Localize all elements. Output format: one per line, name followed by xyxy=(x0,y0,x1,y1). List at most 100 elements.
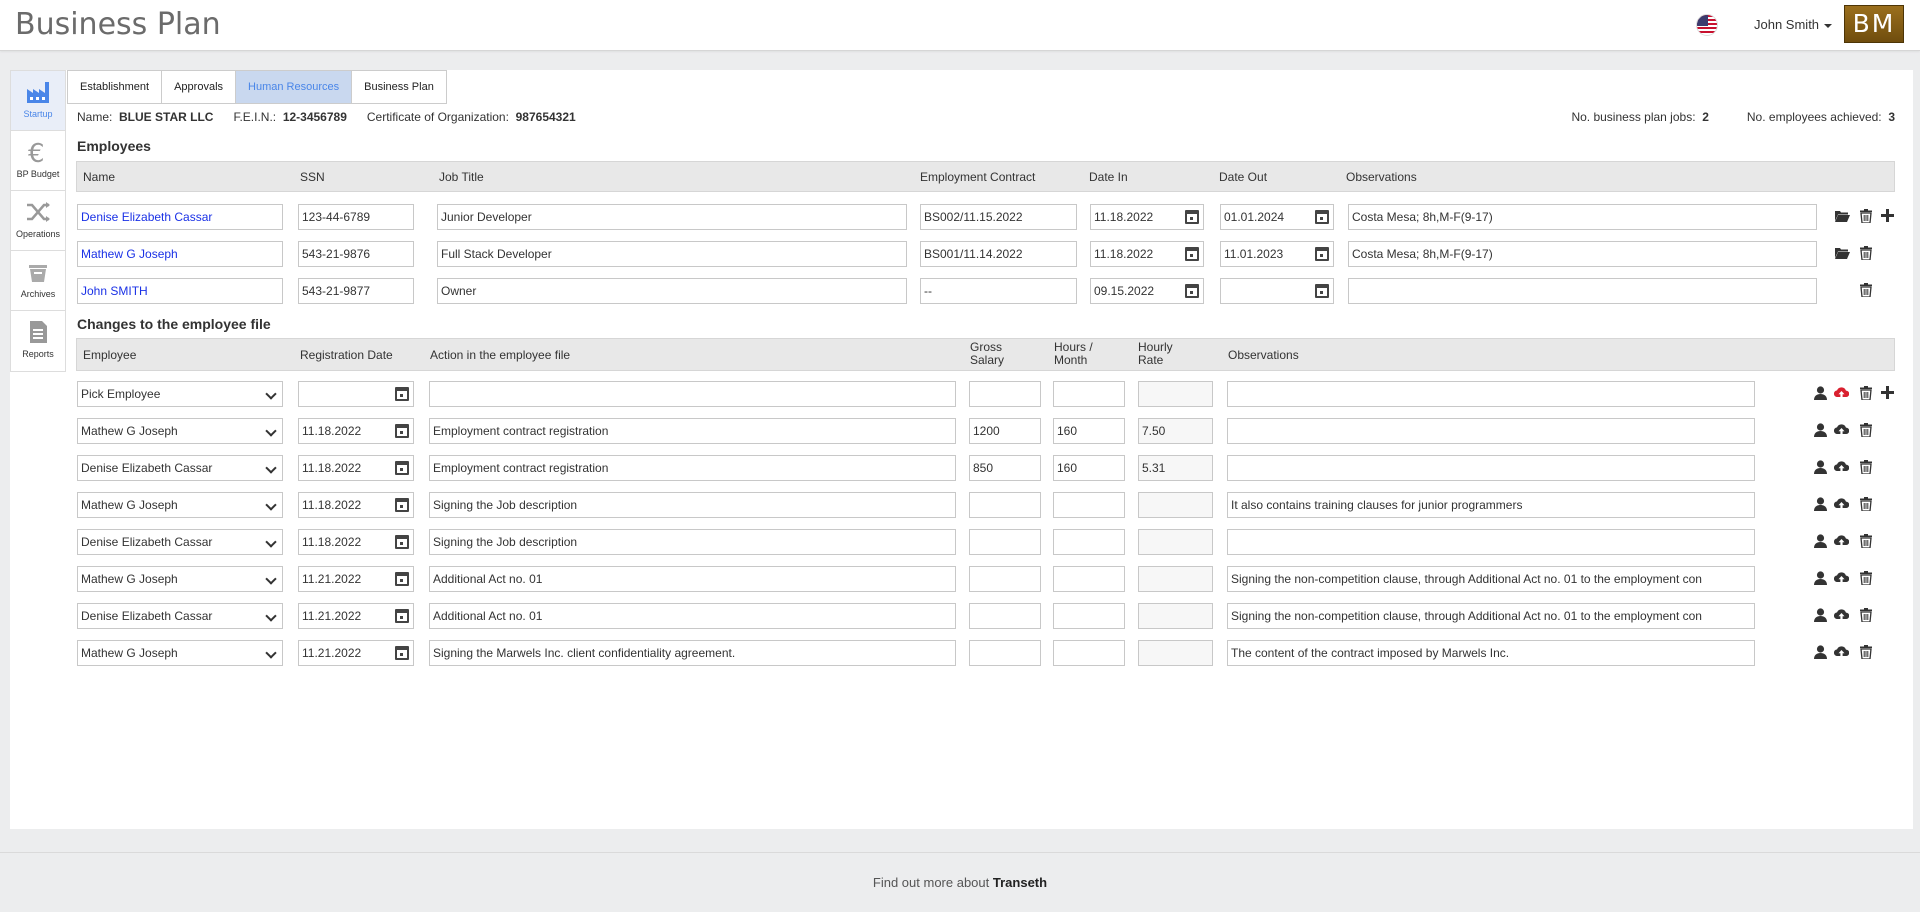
gross-salary-field[interactable] xyxy=(969,566,1041,592)
employee-select[interactable]: Mathew G Joseph xyxy=(77,418,283,444)
hourly-rate-field[interactable]: 5.31 xyxy=(1138,455,1213,481)
hourly-rate-field[interactable] xyxy=(1138,492,1213,518)
action-field[interactable]: Signing the Marwels Inc. client confiden… xyxy=(429,640,956,666)
calendar-icon[interactable] xyxy=(1315,247,1329,261)
action-field[interactable]: Employment contract registration xyxy=(429,418,956,444)
gross-salary-field[interactable] xyxy=(969,529,1041,555)
employee-select[interactable]: Mathew G Joseph xyxy=(77,566,283,592)
calendar-icon[interactable] xyxy=(395,572,409,586)
sidebar-item-operations[interactable]: Operations xyxy=(11,191,65,251)
registration-date-field[interactable]: 11.18.2022 xyxy=(298,455,414,481)
tab-establishment[interactable]: Establishment xyxy=(67,70,162,104)
action-field[interactable]: Additional Act no. 01 xyxy=(429,603,956,629)
sidebar-item-startup[interactable]: Startup xyxy=(11,71,65,131)
observations-field[interactable]: Costa Mesa; 8h,M-F(9-17) xyxy=(1348,204,1817,230)
job-title-field[interactable]: Owner xyxy=(437,278,907,304)
hours-month-field[interactable] xyxy=(1053,566,1125,592)
action-field[interactable]: Employment contract registration xyxy=(429,455,956,481)
hours-month-field[interactable] xyxy=(1053,529,1125,555)
employee-profile-icon[interactable] xyxy=(1813,534,1828,549)
calendar-icon[interactable] xyxy=(395,498,409,512)
change-observations-field[interactable]: Signing the non-competition clause, thro… xyxy=(1227,566,1755,592)
delete-icon[interactable] xyxy=(1858,246,1873,261)
employee-select[interactable]: Mathew G Joseph xyxy=(77,640,283,666)
upload-cloud-icon[interactable] xyxy=(1833,460,1850,475)
hours-month-field[interactable] xyxy=(1053,492,1125,518)
hourly-rate-field[interactable] xyxy=(1138,566,1213,592)
employee-name-field[interactable]: Denise Elizabeth Cassar xyxy=(77,204,283,230)
ssn-field[interactable]: 543-21-9877 xyxy=(298,278,414,304)
registration-date-field[interactable]: 11.18.2022 xyxy=(298,418,414,444)
hours-month-field[interactable] xyxy=(1053,640,1125,666)
hours-month-field[interactable] xyxy=(1053,603,1125,629)
date-in-field[interactable]: 09.15.2022 xyxy=(1090,278,1204,304)
ssn-field[interactable]: 123-44-6789 xyxy=(298,204,414,230)
hourly-rate-field[interactable] xyxy=(1138,381,1213,407)
action-field[interactable] xyxy=(429,381,956,407)
tab-approvals[interactable]: Approvals xyxy=(161,70,236,104)
change-observations-field[interactable]: The content of the contract imposed by M… xyxy=(1227,640,1755,666)
employee-select[interactable]: Denise Elizabeth Cassar xyxy=(77,603,283,629)
registration-date-field[interactable]: 11.21.2022 xyxy=(298,640,414,666)
add-employee-icon[interactable] xyxy=(1880,209,1895,224)
employee-profile-icon[interactable] xyxy=(1813,645,1828,660)
job-title-field[interactable]: Junior Developer xyxy=(437,204,907,230)
gross-salary-field[interactable] xyxy=(969,381,1041,407)
contract-field[interactable]: -- xyxy=(920,278,1077,304)
registration-date-field[interactable] xyxy=(298,381,414,407)
calendar-icon[interactable] xyxy=(1315,210,1329,224)
delete-icon[interactable] xyxy=(1858,209,1873,224)
change-observations-field[interactable] xyxy=(1227,455,1755,481)
delete-icon[interactable] xyxy=(1858,534,1873,549)
hourly-rate-field[interactable]: 7.50 xyxy=(1138,418,1213,444)
action-field[interactable]: Signing the Job description xyxy=(429,529,956,555)
us-flag-icon[interactable] xyxy=(1696,14,1718,36)
employee-select[interactable]: Pick Employee xyxy=(77,381,283,407)
calendar-icon[interactable] xyxy=(395,424,409,438)
calendar-icon[interactable] xyxy=(395,387,409,401)
employee-name-field[interactable]: John SMITH xyxy=(77,278,283,304)
upload-cloud-icon[interactable] xyxy=(1833,423,1850,438)
upload-cloud-icon[interactable] xyxy=(1833,571,1850,586)
add-change-icon[interactable] xyxy=(1880,386,1895,401)
change-observations-field[interactable]: Signing the non-competition clause, thro… xyxy=(1227,603,1755,629)
delete-icon[interactable] xyxy=(1858,283,1873,298)
hours-month-field[interactable]: 160 xyxy=(1053,418,1125,444)
upload-cloud-icon[interactable] xyxy=(1833,608,1850,623)
employee-select[interactable]: Denise Elizabeth Cassar xyxy=(77,455,283,481)
registration-date-field[interactable]: 11.21.2022 xyxy=(298,566,414,592)
company-logo[interactable]: BM xyxy=(1844,5,1904,43)
calendar-icon[interactable] xyxy=(395,609,409,623)
tab-business-plan[interactable]: Business Plan xyxy=(351,70,447,104)
calendar-icon[interactable] xyxy=(1315,284,1329,298)
date-in-field[interactable]: 11.18.2022 xyxy=(1090,241,1204,267)
change-observations-field[interactable] xyxy=(1227,381,1755,407)
hourly-rate-field[interactable] xyxy=(1138,529,1213,555)
gross-salary-field[interactable] xyxy=(969,603,1041,629)
delete-icon[interactable] xyxy=(1858,571,1873,586)
employee-select[interactable]: Mathew G Joseph xyxy=(77,492,283,518)
observations-field[interactable] xyxy=(1348,278,1817,304)
upload-cloud-icon[interactable] xyxy=(1833,386,1850,401)
change-observations-field[interactable]: It also contains training clauses for ju… xyxy=(1227,492,1755,518)
hourly-rate-field[interactable] xyxy=(1138,603,1213,629)
calendar-icon[interactable] xyxy=(395,535,409,549)
date-out-field[interactable]: 01.01.2024 xyxy=(1220,204,1334,230)
action-field[interactable]: Additional Act no. 01 xyxy=(429,566,956,592)
sidebar-item-reports[interactable]: Reports xyxy=(11,311,65,371)
employee-profile-icon[interactable] xyxy=(1813,608,1828,623)
date-out-field[interactable] xyxy=(1220,278,1334,304)
registration-date-field[interactable]: 11.18.2022 xyxy=(298,492,414,518)
calendar-icon[interactable] xyxy=(395,646,409,660)
calendar-icon[interactable] xyxy=(1185,210,1199,224)
registration-date-field[interactable]: 11.21.2022 xyxy=(298,603,414,629)
delete-icon[interactable] xyxy=(1858,460,1873,475)
contract-field[interactable]: BS001/11.14.2022 xyxy=(920,241,1077,267)
employee-profile-icon[interactable] xyxy=(1813,423,1828,438)
calendar-icon[interactable] xyxy=(1185,247,1199,261)
employee-profile-icon[interactable] xyxy=(1813,460,1828,475)
employee-profile-icon[interactable] xyxy=(1813,571,1828,586)
delete-icon[interactable] xyxy=(1858,386,1873,401)
calendar-icon[interactable] xyxy=(1185,284,1199,298)
upload-cloud-icon[interactable] xyxy=(1833,497,1850,512)
